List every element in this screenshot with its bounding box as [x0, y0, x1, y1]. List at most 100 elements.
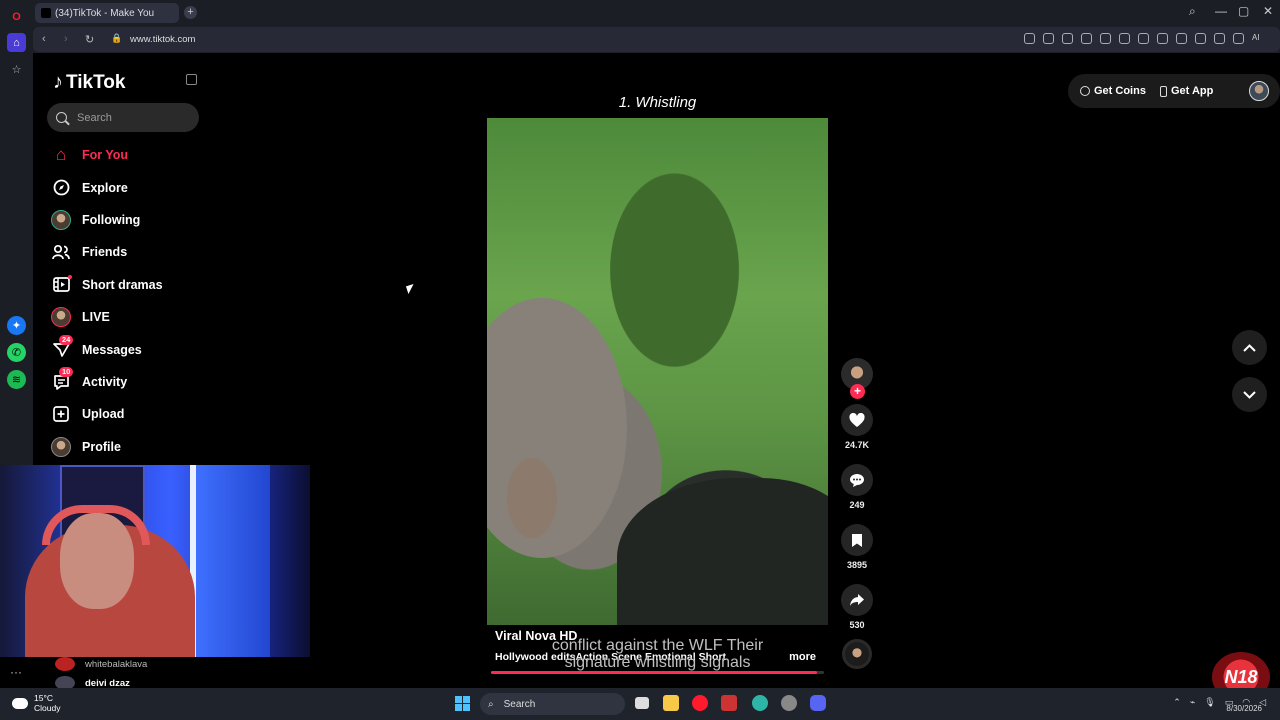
- sidebar-item-activity[interactable]: 10 Activity: [51, 366, 211, 398]
- comment-button[interactable]: [841, 464, 873, 496]
- scroll-up-button[interactable]: [1232, 330, 1267, 365]
- maximize-button[interactable]: ▢: [1238, 4, 1249, 18]
- chat-username: whitebalaklava: [85, 658, 148, 670]
- sidebar-item-explore[interactable]: Explore: [51, 171, 211, 203]
- forward-button[interactable]: ›: [64, 33, 68, 45]
- sidebar-item-for-you[interactable]: ⌂ For You: [51, 139, 211, 171]
- zoom-icon[interactable]: [1024, 33, 1035, 44]
- sidebar-item-profile[interactable]: Profile: [51, 431, 211, 463]
- new-tab-button[interactable]: +: [184, 6, 197, 19]
- tiktok-logo[interactable]: ♪ TikTok: [53, 71, 125, 94]
- vpn-icon[interactable]: [1100, 33, 1111, 44]
- edit-icon[interactable]: [1043, 33, 1054, 44]
- microphone-icon[interactable]: 🎙: [1204, 697, 1215, 708]
- aria-icon[interactable]: AI: [1252, 33, 1266, 44]
- home-icon[interactable]: ⌂: [7, 33, 26, 52]
- app-icon[interactable]: [721, 695, 737, 711]
- video-player[interactable]: [487, 118, 828, 625]
- address-field-container: ‹ › ↻ 🔒 www.tiktok.com AI: [33, 27, 1280, 52]
- share-button[interactable]: [841, 584, 873, 616]
- start-button[interactable]: [455, 696, 470, 711]
- friends-icon: [51, 242, 71, 262]
- save-button[interactable]: [841, 524, 873, 556]
- shield-icon[interactable]: [1081, 33, 1092, 44]
- lock-icon: 🔒: [111, 33, 123, 43]
- discord-icon[interactable]: [810, 695, 826, 711]
- file-explorer-icon[interactable]: [663, 695, 679, 711]
- video-frame-ear: [507, 458, 557, 538]
- subtitle-line-2: signature whistling signals: [564, 654, 751, 671]
- collapse-sidebar-icon[interactable]: [186, 74, 197, 85]
- sidebar-item-label: Profile: [82, 439, 121, 454]
- opera-taskbar-icon[interactable]: [692, 695, 708, 711]
- camera-icon[interactable]: [1062, 33, 1073, 44]
- tab-title: (34)TikTok - Make You: [55, 7, 155, 19]
- more-options-icon[interactable]: ···: [10, 665, 22, 679]
- chat-row: whitebalaklava: [55, 657, 147, 671]
- chat-avatar: [55, 657, 75, 671]
- task-view-icon[interactable]: [635, 697, 649, 709]
- live-avatar-icon: [51, 307, 71, 328]
- network-icon[interactable]: ⌁: [1190, 697, 1195, 708]
- spotify-icon[interactable]: ≋: [7, 370, 26, 389]
- bookmark-icon: [852, 533, 862, 547]
- sidebar-item-following[interactable]: Following: [51, 204, 211, 236]
- get-app-button[interactable]: Get App: [1159, 85, 1214, 97]
- close-window-button[interactable]: ✕: [1263, 4, 1273, 18]
- search-tabs-icon[interactable]: ⌕: [1189, 4, 1196, 19]
- video-subtitle: conflict against the WLF Their signature…: [487, 637, 828, 671]
- weather-condition: Cloudy: [34, 703, 61, 713]
- more-button[interactable]: more: [789, 651, 816, 663]
- user-avatar[interactable]: [1249, 81, 1269, 101]
- url-field[interactable]: www.tiktok.com: [130, 34, 195, 45]
- scroll-down-button[interactable]: [1232, 377, 1267, 412]
- follow-button[interactable]: +: [850, 384, 865, 399]
- download-icon[interactable]: [1157, 33, 1168, 44]
- taskbar-search-label: Search: [503, 698, 536, 710]
- taskbar-search[interactable]: ⌕ Search: [480, 693, 625, 715]
- music-disc[interactable]: [842, 639, 872, 669]
- sidebar-item-upload[interactable]: Upload: [51, 398, 211, 430]
- chevron-up-icon[interactable]: ⌃: [1173, 697, 1181, 708]
- sidebar-item-label: Messages: [82, 342, 142, 357]
- following-avatar-icon: [51, 209, 71, 230]
- get-app-label: Get App: [1170, 85, 1214, 97]
- search-input[interactable]: [77, 111, 187, 124]
- profile-icon[interactable]: [1195, 33, 1206, 44]
- search-icon: ⌕: [488, 698, 494, 710]
- sidebar-item-live[interactable]: LIVE: [51, 301, 211, 333]
- messages-icon: 24: [51, 334, 74, 360]
- player-icon[interactable]: [1119, 33, 1130, 44]
- messenger-icon[interactable]: ✦: [7, 316, 26, 335]
- edge-icon[interactable]: [752, 695, 768, 711]
- video-progress-bar[interactable]: [491, 671, 824, 674]
- tab-tiktok[interactable]: (34)TikTok - Make You: [35, 3, 179, 23]
- sidebar-item-short-dramas[interactable]: Short dramas: [51, 269, 211, 301]
- menu-icon[interactable]: [1176, 33, 1187, 44]
- logo-text: TikTok: [66, 71, 126, 93]
- sidebar-item-friends[interactable]: Friends: [51, 236, 211, 268]
- like-button[interactable]: [841, 404, 873, 436]
- weather-widget[interactable]: 15°C Cloudy: [12, 693, 60, 713]
- opera-logo-icon[interactable]: O: [7, 7, 26, 26]
- get-coins-button[interactable]: Get Coins: [1080, 85, 1146, 97]
- heart-icon[interactable]: [1138, 33, 1149, 44]
- settings-icon[interactable]: [781, 695, 797, 711]
- reload-button[interactable]: ↻: [85, 33, 94, 46]
- share-count: 530: [849, 620, 865, 630]
- creator-avatar[interactable]: +: [841, 358, 873, 399]
- extensions-icon[interactable]: [1214, 33, 1225, 44]
- sidebar-item-label: Following: [82, 212, 141, 227]
- taskbar-date[interactable]: 8/30/2026: [1226, 704, 1262, 713]
- back-button[interactable]: ‹: [42, 33, 46, 45]
- minimize-button[interactable]: —: [1215, 4, 1227, 18]
- search-box[interactable]: [47, 103, 199, 132]
- bookmark-star-icon[interactable]: ☆: [7, 60, 26, 79]
- sidebar-item-messages[interactable]: 24 Messages: [51, 333, 211, 365]
- sidebar-item-label: For You: [82, 148, 129, 163]
- whatsapp-icon[interactable]: ✆: [7, 343, 26, 362]
- heart-icon: [849, 412, 865, 427]
- sidebar-toggle-icon[interactable]: [1233, 33, 1244, 44]
- video-title: 1. Whistling: [618, 94, 697, 111]
- sidebar-item-label: Upload: [82, 407, 125, 422]
